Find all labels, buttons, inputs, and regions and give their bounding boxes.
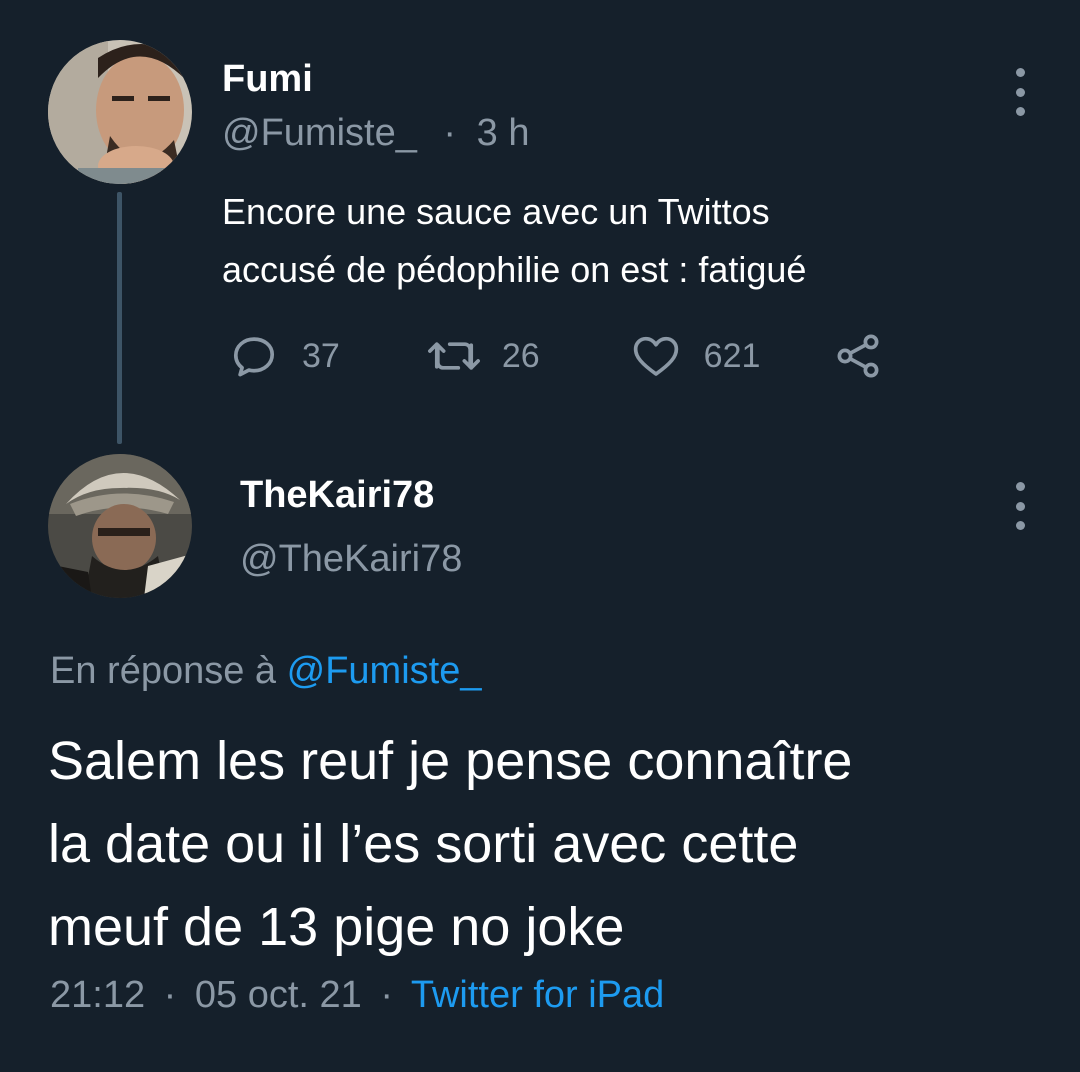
main-author-handle[interactable]: @TheKairi78 bbox=[240, 538, 462, 581]
main-more-options-button[interactable] bbox=[1008, 482, 1032, 530]
retweet-button[interactable]: 26 bbox=[426, 330, 540, 382]
reply-button[interactable]: 37 bbox=[228, 330, 340, 382]
parent-timestamp[interactable]: 3 h bbox=[477, 112, 530, 154]
tweet-source-link[interactable]: Twitter for iPad bbox=[411, 974, 664, 1016]
parent-action-bar: 37 26 621 bbox=[228, 330, 884, 382]
retweet-icon bbox=[427, 342, 480, 370]
more-options-icon bbox=[1015, 68, 1025, 77]
parent-text-line: Encore une sauce avec un Twittos bbox=[222, 191, 770, 232]
main-text-line: Salem les reuf je pense connaître bbox=[48, 731, 853, 791]
parent-tweet-text: Encore une sauce avec un Twittos accusé … bbox=[222, 183, 806, 299]
share-button[interactable] bbox=[832, 330, 884, 382]
reply-count: 37 bbox=[302, 336, 340, 375]
tweet-time[interactable]: 21:12 bbox=[50, 974, 145, 1016]
more-options-icon bbox=[1015, 482, 1025, 491]
like-count: 621 bbox=[703, 336, 761, 375]
tweet-date[interactable]: 05 oct. 21 bbox=[195, 974, 362, 1016]
main-author-name[interactable]: TheKairi78 bbox=[240, 474, 434, 517]
reply-context: En réponse à @Fumiste_ bbox=[50, 650, 481, 693]
like-button[interactable]: 621 bbox=[630, 330, 761, 382]
parent-author-name[interactable]: Fumi bbox=[222, 58, 313, 101]
parent-handle-row: @Fumiste_ · 3 h bbox=[222, 112, 529, 155]
time-separator: · bbox=[443, 112, 457, 154]
thread-connector-line bbox=[117, 192, 122, 444]
tweet-metadata: 21:12 · 05 oct. 21 · Twitter for iPad bbox=[50, 974, 664, 1017]
main-text-line: la date ou il l’es sorti avec cette bbox=[48, 814, 799, 874]
parent-more-options-button[interactable] bbox=[1008, 68, 1032, 116]
meta-separator: · bbox=[163, 974, 177, 1016]
reply-to-handle-link[interactable]: @Fumiste_ bbox=[287, 650, 482, 692]
reply-prefix: En réponse à bbox=[50, 650, 277, 692]
avatar-thekairi78[interactable] bbox=[48, 454, 192, 598]
parent-text-line: accusé de pédophilie on est : fatigué bbox=[222, 249, 807, 290]
avatar-fumi[interactable] bbox=[48, 40, 192, 184]
like-icon bbox=[633, 336, 678, 376]
retweet-count: 26 bbox=[501, 336, 540, 375]
parent-author-handle[interactable]: @Fumiste_ bbox=[222, 112, 417, 154]
meta-separator: · bbox=[380, 974, 393, 1016]
reply-icon bbox=[233, 337, 275, 377]
share-icon bbox=[837, 334, 879, 378]
main-tweet-text: Salem les reuf je pense connaître la dat… bbox=[48, 720, 1048, 969]
main-text-line: meuf de 13 pige no joke bbox=[48, 897, 625, 957]
